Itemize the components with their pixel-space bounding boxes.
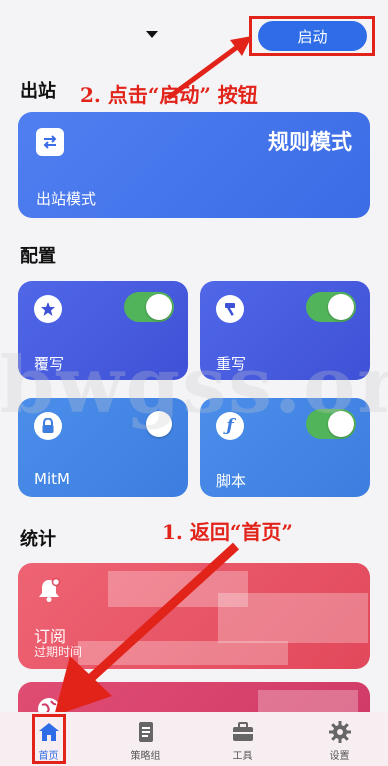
hammer-icon	[216, 295, 244, 323]
annotation-arrow-icon	[54, 542, 240, 716]
tile-label-mitm: MitM	[34, 470, 70, 488]
swap-arrows-icon	[36, 128, 64, 156]
toggle-rewrite[interactable]	[306, 292, 356, 322]
function-icon: ƒ	[216, 412, 244, 440]
chevron-down-icon[interactable]	[146, 31, 158, 38]
tab-settings[interactable]: 设置	[291, 712, 388, 766]
section-title-outbound: 出站	[20, 81, 56, 102]
lock-icon	[34, 412, 62, 440]
toolbox-icon	[232, 722, 253, 741]
tile-label-override: 覆写	[34, 355, 65, 373]
gear-icon	[328, 721, 351, 743]
toggle-override[interactable]	[124, 292, 174, 322]
tab-label-policy-groups: 策略组	[130, 751, 161, 762]
tab-tools[interactable]: 工具	[194, 712, 291, 766]
annotation-step2: 2. 点击“启动” 按钮	[80, 83, 258, 107]
star-icon	[34, 295, 62, 323]
toggle-mitm[interactable]	[124, 409, 174, 439]
tile-label-rewrite: 重写	[216, 355, 247, 373]
toggle-script[interactable]	[306, 409, 356, 439]
tab-label-settings: 设置	[329, 751, 350, 762]
tile-mitm[interactable]: MitM	[18, 398, 188, 497]
document-icon	[138, 722, 153, 742]
tile-rewrite[interactable]: 重写	[200, 281, 370, 380]
tab-label-tools: 工具	[232, 751, 253, 762]
highlight-frame	[32, 714, 66, 764]
tile-override[interactable]: 覆写	[18, 281, 188, 380]
tile-script[interactable]: ƒ 脚本	[200, 398, 370, 497]
section-title-config: 配置	[20, 246, 56, 267]
start-button[interactable]: 启动	[258, 21, 367, 51]
outbound-mode-label: 出站模式	[36, 190, 97, 208]
tile-label-script: 脚本	[216, 472, 247, 490]
outbound-mode-value: 规则模式	[268, 130, 352, 154]
outbound-card[interactable]: 规则模式 出站模式	[18, 112, 370, 218]
tab-policy-groups[interactable]: 策略组	[97, 712, 194, 766]
